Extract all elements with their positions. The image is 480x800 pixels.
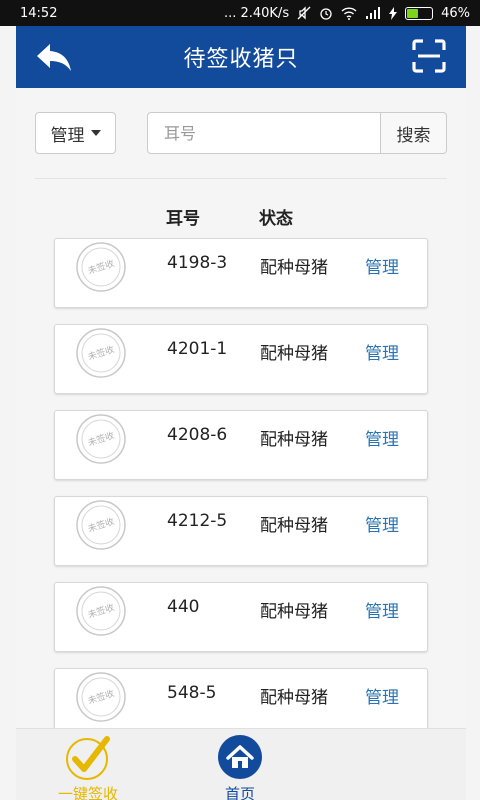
back-arrow-icon[interactable] bbox=[34, 40, 74, 74]
unsigned-stamp-icon: 未签收 bbox=[76, 242, 126, 292]
manage-link[interactable]: 管理 bbox=[365, 511, 399, 536]
ear-number: 4201-1 bbox=[167, 339, 228, 359]
wifi-icon bbox=[341, 6, 357, 20]
status-right: ... 2.40K/s 46% bbox=[224, 6, 470, 21]
scan-icon[interactable] bbox=[412, 39, 446, 73]
ear-number: 4212-5 bbox=[167, 511, 228, 531]
list-item: 未签收 4201-1 配种母猪 管理 bbox=[54, 324, 428, 394]
unsigned-stamp-icon: 未签收 bbox=[76, 586, 126, 636]
list-item: 未签收 440 配种母猪 管理 bbox=[54, 582, 428, 652]
manage-link[interactable]: 管理 bbox=[365, 425, 399, 450]
battery-icon bbox=[405, 6, 434, 20]
page-title: 待签收猪只 bbox=[183, 47, 299, 72]
tab-home-label: 首页 bbox=[224, 785, 255, 800]
charging-icon bbox=[389, 6, 398, 20]
battery-percent: 46% bbox=[441, 5, 470, 21]
checkmark-icon bbox=[66, 736, 110, 780]
pig-status: 配种母猪 bbox=[260, 602, 328, 622]
list-item: 未签收 4212-5 配种母猪 管理 bbox=[54, 496, 428, 566]
manage-link[interactable]: 管理 bbox=[365, 683, 399, 708]
status-bar: 14:52 ... 2.40K/s 46% bbox=[0, 0, 480, 26]
ear-number: 548-5 bbox=[167, 683, 217, 703]
column-header-ear: 耳号 bbox=[166, 209, 200, 229]
pig-status: 配种母猪 bbox=[260, 516, 328, 536]
list-item: 未签收 4208-6 配种母猪 管理 bbox=[54, 410, 428, 480]
manage-dropdown-label: 管理 bbox=[50, 125, 85, 146]
unsigned-stamp-icon: 未签收 bbox=[76, 672, 126, 722]
pig-status: 配种母猪 bbox=[260, 430, 328, 450]
status-time: 14:52 bbox=[20, 5, 58, 21]
tab-sign-all[interactable]: 一键签收 bbox=[58, 733, 118, 800]
pig-status: 配种母猪 bbox=[260, 688, 328, 708]
unsigned-stamp-icon: 未签收 bbox=[76, 328, 126, 378]
stamp-text: 未签收 bbox=[86, 343, 115, 363]
search-group: 搜索 bbox=[147, 112, 447, 154]
manage-dropdown[interactable]: 管理 bbox=[35, 112, 116, 154]
list-item: 未签收 548-5 配种母猪 管理 bbox=[54, 668, 428, 728]
unsigned-stamp-icon: 未签收 bbox=[76, 414, 126, 464]
main-content: 管理 搜索 耳号 状态 未签收4198-3配种母猪管理未签收4201-1配种母猪… bbox=[16, 88, 466, 728]
caret-down-icon bbox=[90, 130, 101, 136]
column-header-status: 状态 bbox=[259, 209, 293, 229]
ear-number: 4208-6 bbox=[167, 425, 228, 445]
tab-home[interactable]: 首页 bbox=[216, 733, 264, 800]
ear-number: 4198-3 bbox=[167, 253, 228, 273]
signal-icon bbox=[366, 7, 381, 19]
network-speed: ... 2.40K/s bbox=[223, 5, 290, 21]
home-icon bbox=[218, 735, 262, 779]
stamp-text: 未签收 bbox=[86, 601, 115, 621]
search-button[interactable]: 搜索 bbox=[380, 112, 447, 154]
pig-status: 配种母猪 bbox=[260, 344, 328, 364]
bottom-nav: 一键签收 首页 bbox=[16, 728, 466, 800]
stamp-text: 未签收 bbox=[86, 687, 115, 707]
unsigned-stamp-icon: 未签收 bbox=[76, 500, 126, 550]
divider bbox=[35, 178, 447, 179]
tab-sign-all-label: 一键签收 bbox=[58, 785, 119, 800]
mute-icon bbox=[297, 6, 311, 20]
stamp-text: 未签收 bbox=[86, 429, 115, 449]
ear-number: 440 bbox=[167, 597, 200, 617]
stamp-text: 未签收 bbox=[86, 515, 115, 535]
manage-link[interactable]: 管理 bbox=[365, 597, 399, 622]
manage-link[interactable]: 管理 bbox=[365, 253, 399, 278]
stamp-text: 未签收 bbox=[86, 257, 115, 277]
list-item: 未签收 4198-3 配种母猪 管理 bbox=[54, 238, 428, 308]
app-header: 待签收猪只 bbox=[16, 26, 466, 88]
manage-link[interactable]: 管理 bbox=[365, 339, 399, 364]
alarm-icon bbox=[320, 8, 332, 20]
pig-status: 配种母猪 bbox=[260, 258, 328, 278]
search-input[interactable] bbox=[147, 112, 380, 154]
